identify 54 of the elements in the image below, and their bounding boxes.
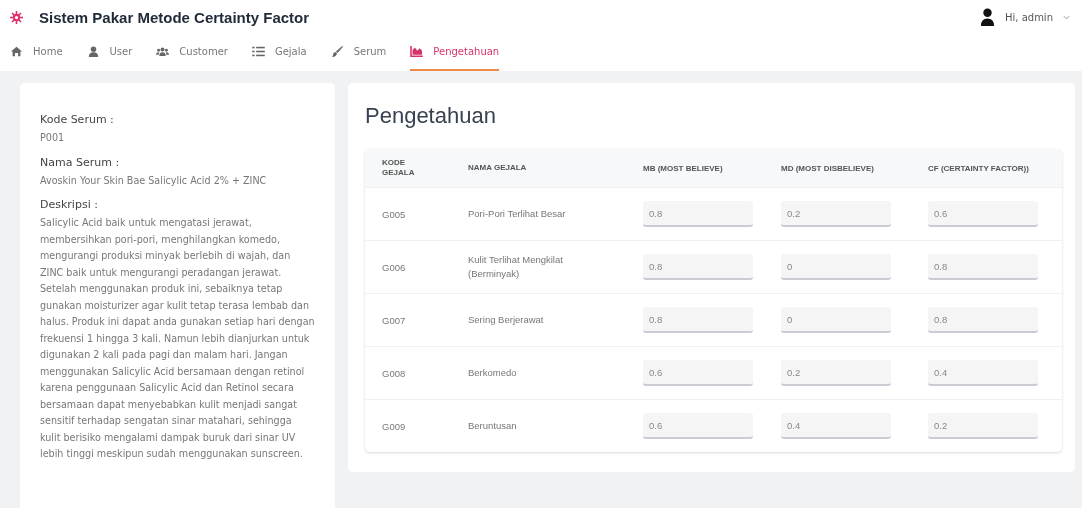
column-header: KODE GEJALA bbox=[381, 158, 416, 178]
field-label: Kode Serum : bbox=[40, 113, 115, 126]
table-cell-text: Pori-Pori Terlihat Besar bbox=[468, 207, 567, 221]
table-cell-text: G007 bbox=[381, 314, 407, 326]
field-label: Deskripsi : bbox=[40, 198, 99, 211]
logo-icon bbox=[10, 10, 23, 24]
column-header: CF (CERTAINTY FACTOR)) bbox=[928, 163, 1030, 173]
mb-field[interactable]: 0.8 bbox=[643, 307, 753, 333]
column-header: MD (MOST DISBELIEVE) bbox=[781, 163, 875, 173]
nav-tab[interactable]: Serum bbox=[330, 34, 387, 71]
home-icon bbox=[10, 46, 23, 57]
table-cell-text: G008 bbox=[381, 367, 407, 379]
mb-field[interactable]: 0.8 bbox=[643, 254, 753, 280]
chart-icon bbox=[410, 46, 424, 57]
md-field[interactable]: 0.2 bbox=[781, 360, 891, 386]
md-field[interactable]: 0.4 bbox=[781, 413, 891, 439]
mb-field[interactable]: 0.6 bbox=[643, 360, 753, 386]
field-value: Avoskin Your Skin Bae Salicylic Acid 2% + ZINC bbox=[40, 173, 268, 188]
table-cell-text: Berkomedo bbox=[468, 366, 518, 380]
page-title: Pengetahuan bbox=[365, 103, 497, 129]
md-field[interactable]: 0 bbox=[781, 307, 891, 333]
nav-tab[interactable]: Customer bbox=[156, 34, 228, 71]
column-header: MB (MOST BELIEVE) bbox=[642, 163, 724, 173]
user-icon bbox=[86, 46, 100, 57]
field-value: P001 bbox=[40, 131, 66, 145]
md-field[interactable]: 0.2 bbox=[781, 201, 891, 227]
cf-field[interactable]: 0.8 bbox=[928, 307, 1038, 333]
md-field[interactable]: 0 bbox=[781, 254, 891, 280]
cf-field[interactable]: 0.6 bbox=[928, 201, 1038, 227]
cf-field[interactable]: 0.2 bbox=[928, 413, 1038, 439]
avatar-icon bbox=[980, 7, 995, 27]
nav-tab[interactable]: User bbox=[86, 34, 133, 71]
table-cell-text: Beruntusan bbox=[468, 419, 518, 433]
mb-field[interactable]: 0.8 bbox=[643, 201, 753, 227]
table-cell-text: G009 bbox=[381, 420, 407, 432]
users-icon bbox=[156, 46, 170, 57]
table-cell-text: Kulit Terlihat Mengkilat (Berminyak) bbox=[468, 253, 564, 281]
cf-field[interactable]: 0.4 bbox=[928, 360, 1038, 386]
mb-field[interactable]: 0.6 bbox=[643, 413, 753, 439]
field-label: Nama Serum : bbox=[40, 155, 121, 169]
table-cell-text: Sering Berjerawat bbox=[468, 313, 545, 327]
user-menu[interactable]: Hi, admin bbox=[980, 7, 1070, 27]
brush-icon bbox=[330, 46, 344, 57]
column-header: NAMA GEJALA bbox=[468, 162, 528, 174]
table-cell-text: G006 bbox=[381, 261, 407, 273]
nav-tab[interactable]: Home bbox=[10, 34, 63, 71]
nav-tab[interactable]: Gejala bbox=[251, 34, 307, 71]
cf-field[interactable]: 0.8 bbox=[928, 254, 1038, 280]
table-cell-text: G005 bbox=[381, 208, 407, 220]
app-title: Sistem Pakar Metode Certainty Factor bbox=[39, 8, 310, 26]
field-value: Salicylic Acid baik untuk mengatasi jerawat, membersihkan pori-pori, menghilangkan komedo, mengurangi produksi minyak berlebih di wajah, dan ZINC baik untuk mengurangi peradangan jerawat. Setelah menggunakan produk ini, sebaiknya tetap gunakan moisturizer agar kulit tetap terasa lembab dan halus. Produk ini dapat anda gunakan setiap hari dengan frekuensi 1 hingga 3 kali. Namun lebih dianjurkan untuk digunakan 2 kali pada pagi dan malam hari. Jangan menggunakan Salicylic Acid bersamaan dengan retinol karena penggunaan Salicylic Acid dan Retinol secara bersamaan dapat menyebabkan kulit menjadi sangat sensitif terhadap sengatan sinar matahari, sehingga kulit berisiko mengalami dampak buruk dari sinar UV lebih tinggi meskipun sudah menggunakan sunscreen. bbox=[40, 216, 315, 461]
list-icon bbox=[251, 46, 265, 57]
caret-icon bbox=[1063, 14, 1070, 20]
nav-tab[interactable]: Pengetahuan bbox=[410, 34, 500, 71]
